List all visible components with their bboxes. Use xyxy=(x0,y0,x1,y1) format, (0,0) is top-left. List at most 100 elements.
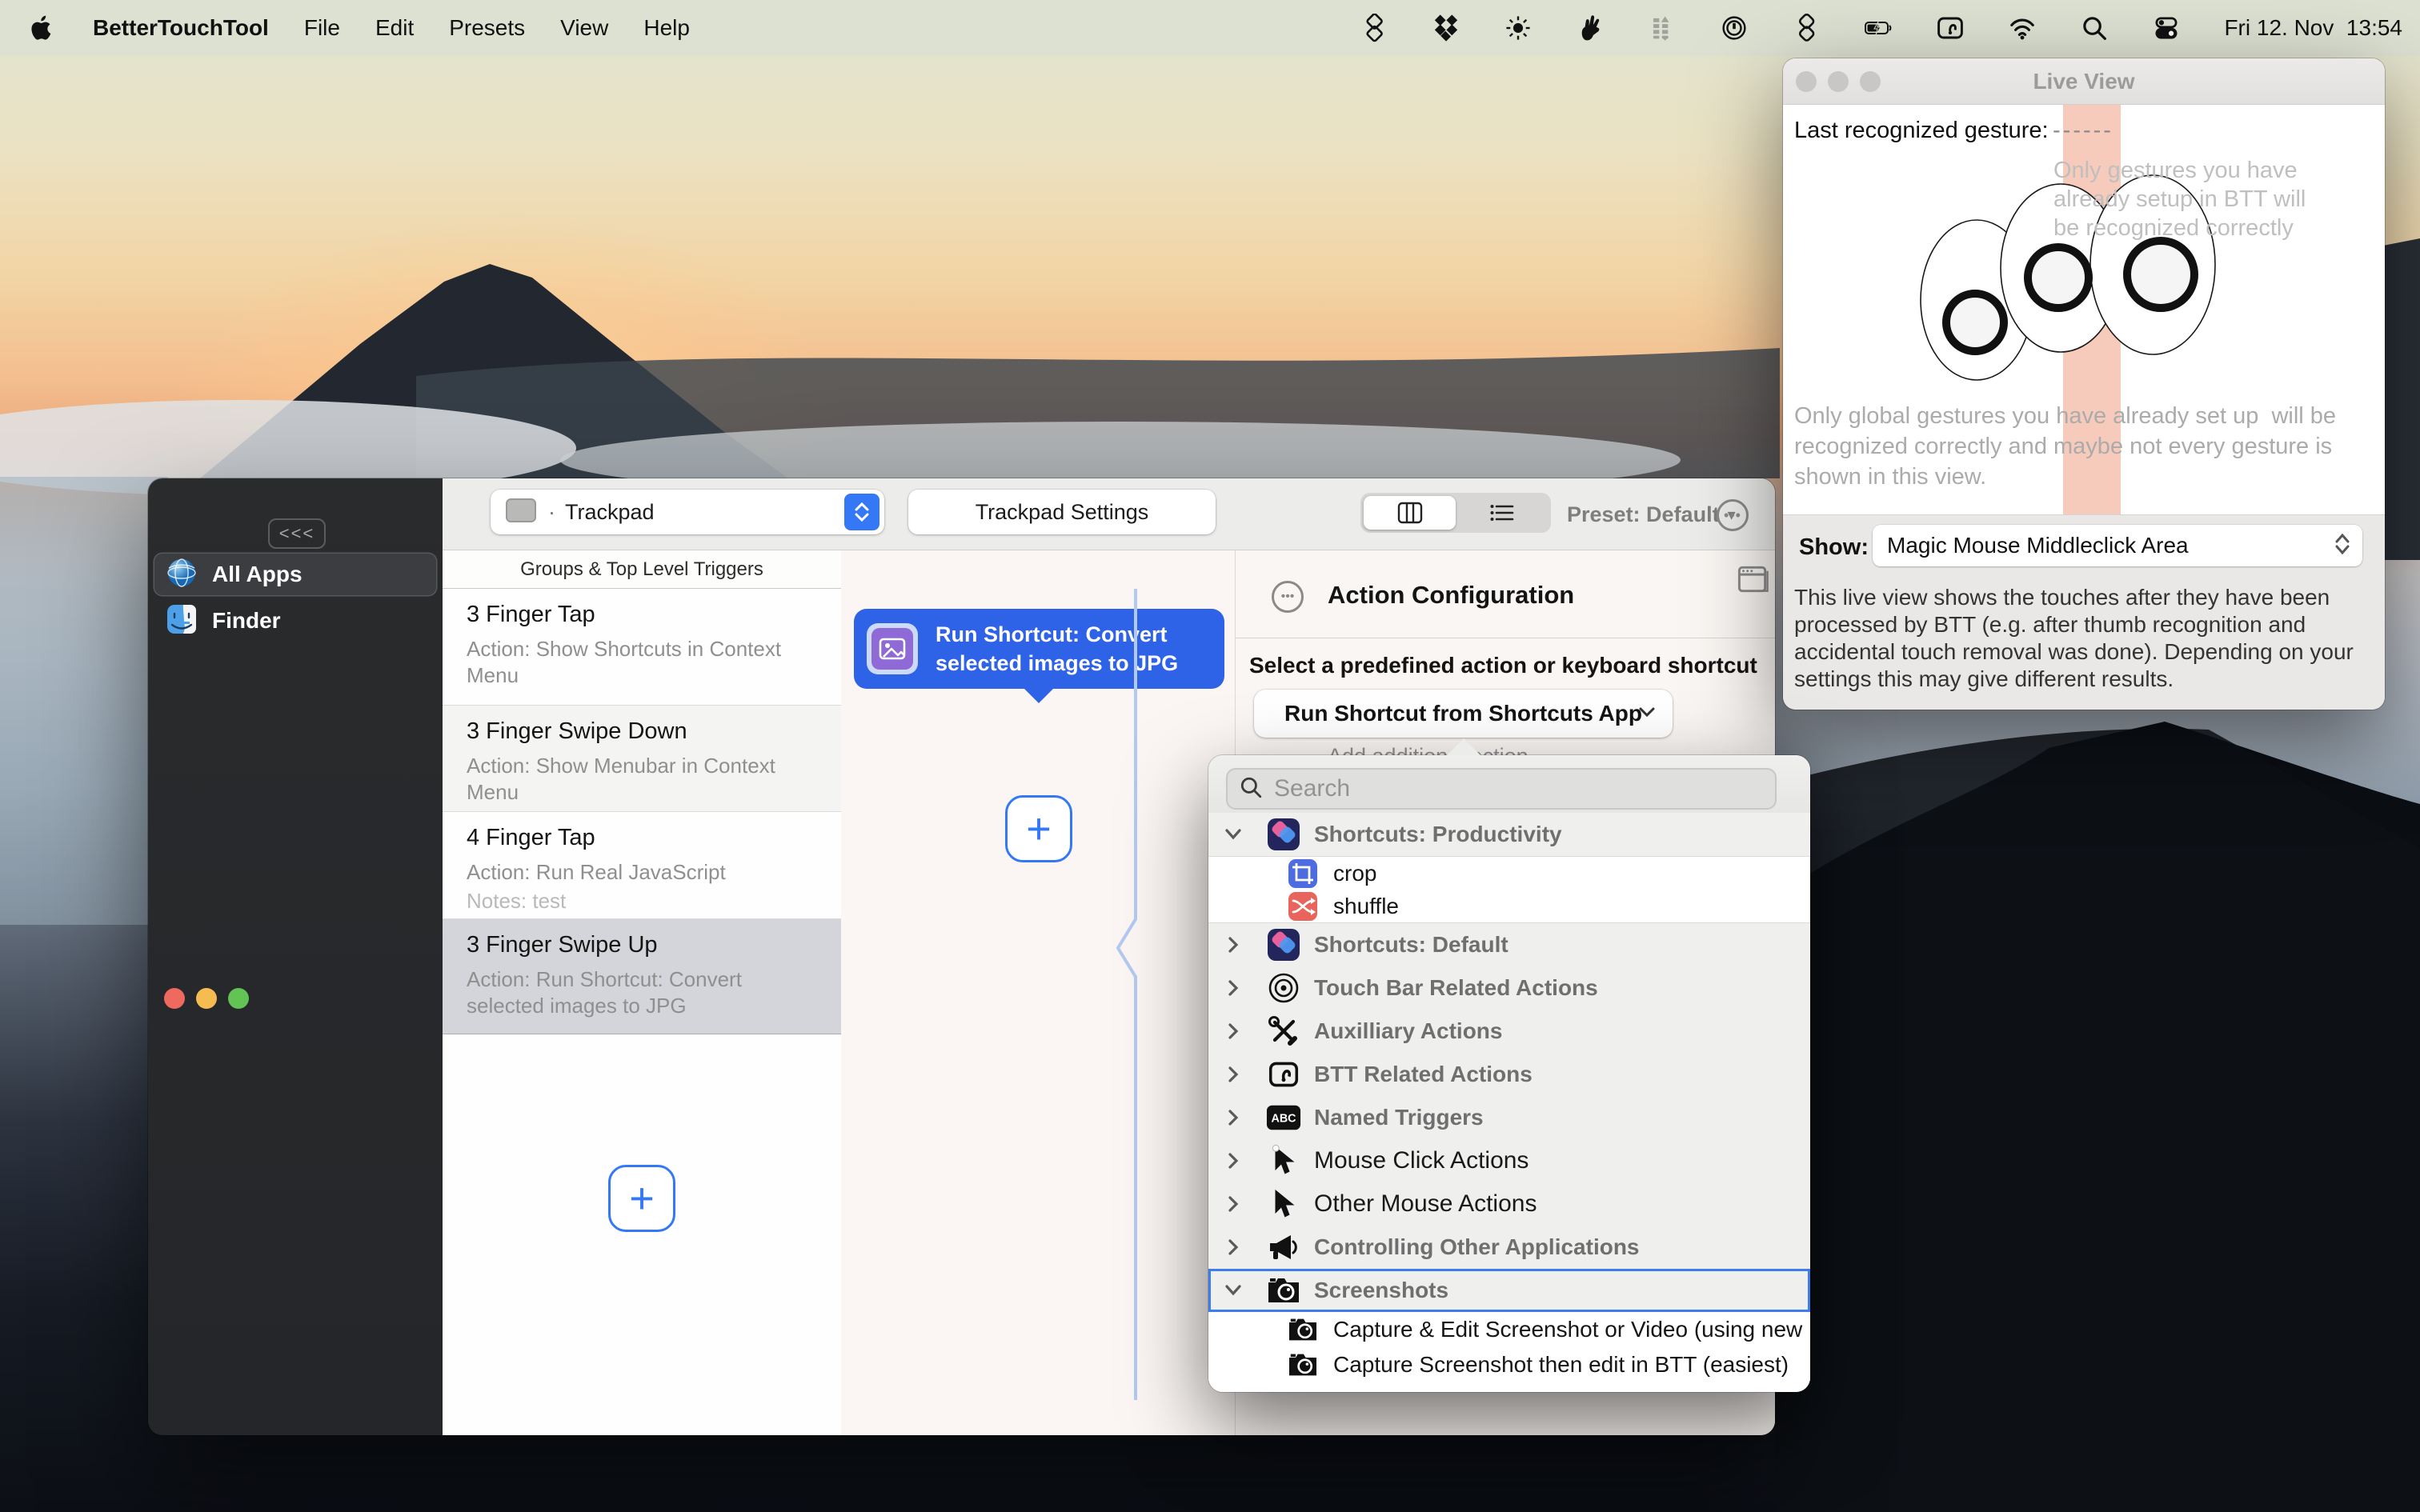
group-row-named-triggers[interactable]: ABC Named Triggers xyxy=(1208,1096,1810,1139)
last-gesture-label: Last recognized gesture: xyxy=(1794,118,2049,144)
search-icon xyxy=(1239,775,1263,803)
chevron-expanded-icon[interactable] xyxy=(1223,1284,1244,1297)
chevron-collapsed-icon[interactable] xyxy=(1223,1194,1244,1214)
chevron-collapsed-icon[interactable] xyxy=(1223,978,1244,998)
menu-presets[interactable]: Presets xyxy=(449,15,525,41)
group-row-auxilliary[interactable]: Auxilliary Actions xyxy=(1208,1010,1810,1053)
trackpad-icon[interactable] xyxy=(1936,14,1965,42)
apple-icon[interactable] xyxy=(29,14,58,42)
search-field[interactable] xyxy=(1226,768,1777,810)
sidebar-collapse-button[interactable]: <<< xyxy=(268,518,326,549)
triggers-column-header: Groups & Top Level Triggers xyxy=(443,550,841,589)
chevron-collapsed-icon[interactable] xyxy=(1223,1108,1244,1127)
control-center-icon[interactable] xyxy=(2152,14,2181,42)
zoom-button[interactable] xyxy=(1860,71,1881,92)
shortcut-action-icon xyxy=(867,623,918,674)
trigger-notes: Notes: test xyxy=(467,889,817,914)
predefined-action-prompt: Select a predefined action or keyboard s… xyxy=(1249,653,1757,678)
shortcuts-icon xyxy=(1266,927,1301,962)
hand-gesture-icon[interactable] xyxy=(1576,14,1605,42)
device-stepper[interactable] xyxy=(844,494,879,530)
group-row-shortcuts-default[interactable]: Shortcuts: Default xyxy=(1208,923,1810,966)
view-mode-segmented-control xyxy=(1360,493,1551,533)
action-row-shuffle[interactable]: shuffle xyxy=(1208,890,1810,923)
panel-toggle-icon[interactable] xyxy=(1736,562,1771,601)
columns-view-button[interactable] xyxy=(1364,496,1456,530)
predefined-action-dropdown[interactable]: Run Shortcut from Shortcuts App xyxy=(1254,690,1673,738)
chevron-collapsed-icon[interactable] xyxy=(1223,1151,1244,1170)
trigger-title: 3 Finger Tap xyxy=(467,602,817,628)
group-row-other-mouse[interactable]: Other Mouse Actions xyxy=(1208,1182,1810,1226)
list-view-icon xyxy=(1488,501,1516,525)
show-dropdown[interactable]: Magic Mouse Middleclick Area xyxy=(1873,525,2362,566)
diamond-stack-icon[interactable] xyxy=(1360,14,1388,42)
diamonds-outline-icon[interactable] xyxy=(1792,14,1821,42)
list-view-button[interactable] xyxy=(1456,496,1548,530)
shortcuts-icon xyxy=(1266,817,1301,852)
trigger-row[interactable]: 3 Finger Tap Action: Show Shortcuts in C… xyxy=(443,589,841,705)
bar-chart-icon[interactable] xyxy=(1648,14,1677,42)
menu-view[interactable]: View xyxy=(560,15,608,41)
chevron-expanded-icon[interactable] xyxy=(1223,828,1244,841)
minimize-button[interactable] xyxy=(196,988,217,1009)
add-action-button[interactable]: + xyxy=(1005,795,1072,862)
trigger-subtitle: Action: Show Menubar in Context Menu xyxy=(467,753,795,806)
action-config-menu-icon[interactable]: ••• xyxy=(1272,581,1304,613)
app-menu-title[interactable]: BetterTouchTool xyxy=(93,15,269,41)
assigned-action-card[interactable]: Run Shortcut: Convert selected images to… xyxy=(854,609,1224,689)
device-bullet: · xyxy=(548,500,555,525)
trigger-title: 4 Finger Tap xyxy=(467,825,817,851)
group-row-mouse-click[interactable]: Mouse Click Actions xyxy=(1208,1139,1810,1182)
close-button[interactable] xyxy=(1796,71,1817,92)
tools-icon xyxy=(1266,1014,1301,1049)
live-view-description: This live view shows the touches after t… xyxy=(1794,584,2362,693)
action-row-capture-btt[interactable]: Capture Screenshot then edit in BTT (eas… xyxy=(1208,1347,1810,1382)
zoom-button[interactable] xyxy=(228,988,249,1009)
search-input[interactable] xyxy=(1274,775,1754,802)
cursor-icon xyxy=(1266,1143,1301,1178)
search-icon[interactable] xyxy=(2080,14,2109,42)
trackpad-device-icon xyxy=(505,498,537,527)
action-row-capture-edit[interactable]: Capture & Edit Screenshot or Video (usin… xyxy=(1208,1312,1810,1347)
globe-icon xyxy=(166,557,198,593)
action-config-title: Action Configuration xyxy=(1328,581,1574,610)
shuffle-icon xyxy=(1285,889,1320,924)
battery-icon[interactable] xyxy=(1864,14,1893,42)
live-view-titlebar[interactable]: Live View xyxy=(1783,58,2385,105)
target-icon xyxy=(1266,970,1301,1006)
trackpad-icon xyxy=(1266,1057,1301,1092)
trackpad-settings-button[interactable]: Trackpad Settings xyxy=(908,490,1216,534)
chevron-collapsed-icon[interactable] xyxy=(1223,1238,1244,1257)
menu-bar-clock[interactable]: Fri 12. Nov 13:54 xyxy=(2224,15,2402,41)
preset-menu[interactable]: Preset: Default ▾ xyxy=(1567,478,1736,550)
trigger-row-selected[interactable]: 3 Finger Swipe Up Action: Run Shortcut: … xyxy=(443,919,841,1034)
menu-help[interactable]: Help xyxy=(643,15,690,41)
group-row-btt-related[interactable]: BTT Related Actions xyxy=(1208,1053,1810,1096)
wifi-icon[interactable] xyxy=(2008,14,2037,42)
group-row-controlling-apps[interactable]: Controlling Other Applications xyxy=(1208,1226,1810,1269)
trigger-row[interactable]: 4 Finger Tap Action: Run Real JavaScript… xyxy=(443,812,841,918)
one-switch-icon[interactable] xyxy=(1720,14,1749,42)
action-row-crop[interactable]: crop xyxy=(1208,856,1810,890)
menu-file[interactable]: File xyxy=(304,15,340,41)
brightness-icon[interactable] xyxy=(1504,14,1533,42)
group-row-touch-bar[interactable]: Touch Bar Related Actions xyxy=(1208,966,1810,1010)
group-row-shortcuts-productivity[interactable]: Shortcuts: Productivity xyxy=(1208,813,1810,856)
sidebar-item-all-apps[interactable]: All Apps xyxy=(154,554,436,595)
chevron-collapsed-icon[interactable] xyxy=(1223,1022,1244,1041)
trigger-row[interactable]: 3 Finger Swipe Down Action: Show Menubar… xyxy=(443,706,841,811)
columns-view-icon xyxy=(1396,501,1424,525)
toolbar: · Trackpad Trackpad Settings Preset: Def… xyxy=(443,478,1775,550)
add-trigger-button[interactable]: + xyxy=(608,1165,675,1232)
minimize-button[interactable] xyxy=(1828,71,1849,92)
sidebar-item-finder[interactable]: Finder xyxy=(154,600,436,642)
close-button[interactable] xyxy=(164,988,185,1009)
chevron-collapsed-icon[interactable] xyxy=(1223,1065,1244,1084)
group-row-screenshots[interactable]: Screenshots xyxy=(1208,1269,1810,1312)
more-options-button[interactable]: ••• xyxy=(1717,499,1749,531)
camera-icon xyxy=(1285,1347,1320,1382)
dropbox-icon[interactable] xyxy=(1432,14,1460,42)
chevron-collapsed-icon[interactable] xyxy=(1223,935,1244,954)
device-selector[interactable]: · Trackpad xyxy=(491,490,884,534)
menu-edit[interactable]: Edit xyxy=(375,15,414,41)
